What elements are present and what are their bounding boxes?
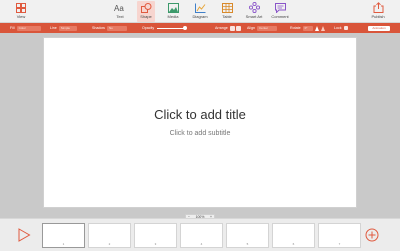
publish-button[interactable]: Publish [368,1,388,22]
image-icon [167,2,179,13]
table-button[interactable]: Table [219,1,235,22]
opacity-slider[interactable] [157,25,188,30]
format-bar: Fill Color Line Simple Shadow No Opacity… [0,23,400,33]
arrange-label: Arrange [215,26,228,30]
media-button[interactable]: Media [164,1,182,22]
slide-canvas[interactable]: Click to add title Click to add subtitle [43,37,357,208]
slide-number: 5 [246,242,249,246]
publish-label: Publish [371,14,385,19]
rotate-control[interactable]: Rotate 0° [290,23,325,33]
slide-thumbnail[interactable]: 3 [134,223,177,248]
diagram-chart-icon [194,2,206,13]
diagram-label: Diagram [192,14,208,19]
arrange-control[interactable]: Arrange [215,23,241,33]
line-label: Line [50,26,57,30]
slide-thumbnail[interactable]: 5 [226,223,269,248]
diagram-button[interactable]: Diagram [190,1,210,22]
slide-navigator: 1 2 3 4 5 6 7 [0,218,400,251]
slide-thumbnail[interactable]: 6 [272,223,315,248]
animation-control[interactable]: Animation [368,23,390,33]
lock-label: Lock [334,26,342,30]
fill-control[interactable]: Fill Color [10,23,41,33]
text-aa-icon: Aa [114,2,126,13]
shadow-select[interactable]: No [107,25,127,31]
shape-icon [140,2,152,13]
fill-label: Fill [10,26,15,30]
text-label: Text [116,14,124,19]
table-label: Table [222,14,232,19]
slide-number: 3 [154,242,157,246]
shape-label: Shape [140,14,152,19]
rotate-label: Rotate [290,26,301,30]
flip-vertical-icon[interactable] [314,25,319,31]
opacity-label: Opacity [142,26,155,30]
slide-subtitle-placeholder[interactable]: Click to add subtitle [44,130,356,137]
text-button[interactable]: Aa Text [111,1,129,22]
slide-thumbnail[interactable]: 4 [180,223,223,248]
bring-forward-icon[interactable] [229,25,235,31]
smart-art-button[interactable]: Smart Art [243,1,265,22]
rotate-input[interactable]: 0° [302,25,313,31]
align-label: Align [247,26,255,30]
slide-thumbnail[interactable]: 7 [318,223,361,248]
slide-thumbnail[interactable]: 1 [42,223,85,248]
share-upload-icon [372,2,384,13]
smart-art-label: Smart Art [245,14,263,19]
view-button[interactable]: View [11,1,31,22]
send-backward-icon[interactable] [235,25,241,31]
animation-button[interactable]: Animation [368,25,390,31]
comment-button[interactable]: Comment [270,1,290,22]
fill-select[interactable]: Color [16,25,41,31]
opacity-control[interactable]: Opacity [142,23,188,33]
lock-control[interactable]: Lock [334,23,348,33]
shadow-label: Shadow [92,26,105,30]
slide-number: 4 [200,242,203,246]
plus-circle-icon [365,228,379,242]
view-grid-icon [15,2,27,13]
line-control[interactable]: Line Simple [50,23,77,33]
smart-art-icon [248,2,260,13]
slide-number: 6 [292,242,295,246]
view-label: View [16,14,26,19]
opacity-slider-knob[interactable] [183,25,188,30]
comment-label: Comment [271,14,289,19]
slide-number: 2 [108,242,111,246]
align-select[interactable]: Center [257,25,277,31]
slide-title-placeholder[interactable]: Click to add title [44,107,356,122]
play-slideshow-button[interactable] [17,228,31,242]
play-icon [18,228,31,242]
media-label: Media [167,14,179,19]
align-control[interactable]: Align Center [247,23,277,33]
svg-text:Aa: Aa [114,4,124,13]
slide-thumbnail[interactable]: 2 [88,223,131,248]
flip-horizontal-icon[interactable] [320,25,325,31]
main-toolbar: View Aa Text Shape Media Diagram Table S… [0,0,400,23]
lock-icon[interactable] [343,26,348,30]
slide-number: 1 [62,242,65,246]
shape-button[interactable]: Shape [137,1,155,22]
comment-icon [274,2,286,13]
add-slide-button[interactable] [365,228,379,242]
table-icon [221,2,233,13]
line-select[interactable]: Simple [58,25,77,31]
slide-number: 7 [338,242,341,246]
shadow-control[interactable]: Shadow No [92,23,127,33]
canvas-area: Click to add title Click to add subtitle [0,33,400,216]
